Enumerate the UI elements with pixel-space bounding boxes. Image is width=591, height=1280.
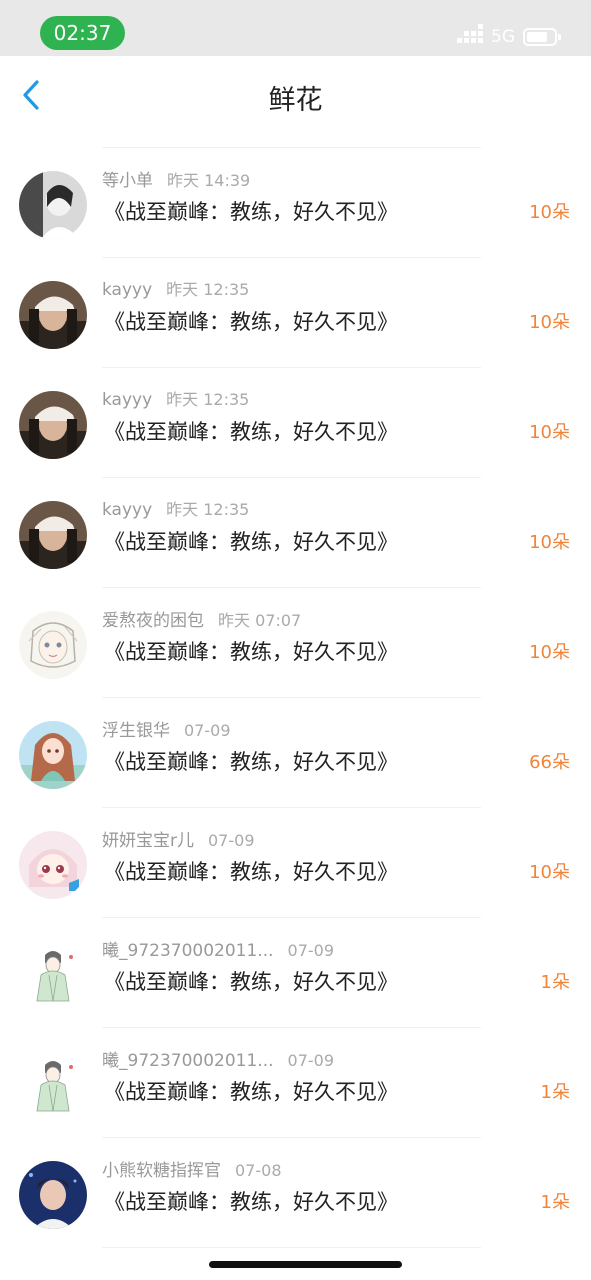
book-title: 《战至巅峰：教练，好久不见》: [104, 420, 398, 444]
avatar[interactable]: [19, 501, 87, 569]
item-meta: kayyy 昨天 12:35: [102, 386, 249, 412]
item-meta: 爱熬夜的困包 昨天 07:07: [102, 606, 301, 632]
status-bar: 02:37 5G: [0, 0, 591, 56]
timestamp: 昨天 07:07: [218, 611, 302, 630]
flower-count: 10朵: [529, 862, 570, 883]
timestamp: 昨天 12:35: [166, 390, 250, 409]
item-meta: 小熊软糖指挥官 07-08: [102, 1156, 282, 1182]
flower-count: 10朵: [529, 202, 570, 223]
nav-bar: 鲜花: [0, 56, 591, 130]
list-item[interactable]: 妍妍宝宝r儿 07-09 《战至巅峰：教练，好久不见》 10朵: [0, 808, 591, 918]
divider: [102, 1247, 481, 1248]
avatar[interactable]: [19, 831, 87, 899]
list-item[interactable]: 等小单 昨天 14:39 《战至巅峰：教练，好久不见》 10朵: [0, 148, 591, 258]
book-title: 《战至巅峰：教练，好久不见》: [104, 1080, 398, 1104]
book-title: 《战至巅峰：教练，好久不见》: [104, 750, 398, 774]
book-title: 《战至巅峰：教练，好久不见》: [104, 640, 398, 664]
battery-icon: [523, 28, 561, 46]
user-name[interactable]: 浮生银华: [102, 721, 170, 741]
list-item[interactable]: 小熊软糖指挥官 07-08 《战至巅峰：教练，好久不见》 1朵: [0, 1138, 591, 1248]
item-meta: 曦_972370002011... 07-09: [102, 1046, 334, 1072]
timestamp: 07-09: [287, 1051, 335, 1070]
list-item[interactable]: kayyy 昨天 12:35 《战至巅峰：教练，好久不见》 10朵: [0, 478, 591, 588]
flower-count: 10朵: [529, 642, 570, 663]
flower-count: 10朵: [529, 312, 570, 333]
avatar[interactable]: [19, 1051, 87, 1119]
timestamp: 07-09: [208, 831, 255, 850]
item-meta: 妍妍宝宝r儿 07-09: [102, 826, 255, 852]
timestamp: 昨天 12:35: [166, 500, 250, 519]
user-name[interactable]: kayyy: [102, 390, 152, 410]
flower-list: 等小单昨天 14:39《战至巅峰：教练，好久不见》1朵等小单昨天 14:39《战…: [0, 130, 591, 1280]
home-indicator[interactable]: [209, 1261, 402, 1268]
item-meta: kayyy 昨天 12:35: [102, 276, 249, 302]
page-title: 鲜花: [268, 85, 323, 116]
avatar[interactable]: [19, 281, 87, 349]
user-name[interactable]: 小熊软糖指挥官: [102, 1161, 221, 1181]
book-title: 《战至巅峰：教练，好久不见》: [104, 970, 398, 994]
user-name[interactable]: 曦_972370002011...: [102, 941, 274, 961]
flower-count: 1朵: [540, 1192, 570, 1213]
list-item[interactable]: 爱熬夜的困包 昨天 07:07 《战至巅峰：教练，好久不见》 10朵: [0, 588, 591, 698]
user-name[interactable]: kayyy: [102, 500, 152, 520]
book-title: 《战至巅峰：教练，好久不见》: [104, 1190, 398, 1214]
timestamp: 07-09: [287, 941, 335, 960]
timestamp: 07-09: [184, 721, 231, 740]
list-item[interactable]: 曦_972370002011... 07-09 《战至巅峰：教练，好久不见》 1朵: [0, 918, 591, 1028]
flower-count: 1朵: [540, 1082, 570, 1103]
list-item[interactable]: 等小单昨天 14:39《战至巅峰：教练，好久不见》1朵: [0, 130, 591, 148]
timestamp: 昨天 14:39: [167, 171, 251, 190]
status-time: 02:37: [40, 16, 125, 50]
item-meta: 曦_972370002011... 07-09: [102, 936, 334, 962]
avatar[interactable]: [19, 721, 87, 789]
user-name[interactable]: 妍妍宝宝r儿: [102, 831, 194, 851]
list-item[interactable]: 浮生银华 07-09 《战至巅峰：教练，好久不见》 66朵: [0, 698, 591, 808]
flower-count: 66朵: [529, 752, 570, 773]
book-title: 《战至巅峰：教练，好久不见》: [104, 860, 398, 884]
user-name[interactable]: kayyy: [102, 280, 152, 300]
list-item[interactable]: kayyy 昨天 12:35 《战至巅峰：教练，好久不见》 10朵: [0, 258, 591, 368]
user-name[interactable]: 曦_972370002011...: [102, 1051, 274, 1071]
item-meta: kayyy 昨天 12:35: [102, 496, 249, 522]
network-label: 5G: [491, 27, 515, 47]
item-meta: 等小单 昨天 14:39: [102, 166, 250, 192]
list-item[interactable]: 曦_972370002011... 07-09 《战至巅峰：教练，好久不见》 1朵: [0, 1028, 591, 1138]
avatar[interactable]: [19, 171, 87, 239]
book-title: 《战至巅峰：教练，好久不见》: [104, 530, 398, 554]
book-title: 《战至巅峰：教练，好久不见》: [104, 310, 398, 334]
avatar[interactable]: [19, 1161, 87, 1229]
user-name[interactable]: 爱熬夜的困包: [102, 611, 204, 631]
flower-count: 1朵: [540, 972, 570, 993]
user-name[interactable]: 等小单: [102, 171, 153, 191]
avatar[interactable]: [19, 391, 87, 459]
flower-count: 10朵: [529, 422, 570, 443]
item-meta: 浮生银华 07-09: [102, 716, 231, 742]
avatar[interactable]: [19, 941, 87, 1009]
signal-icon: [457, 24, 485, 46]
avatar[interactable]: [19, 611, 87, 679]
flower-count: 10朵: [529, 532, 570, 553]
timestamp: 昨天 12:35: [166, 280, 250, 299]
timestamp: 07-08: [235, 1161, 282, 1180]
book-title: 《战至巅峰：教练，好久不见》: [104, 200, 398, 224]
list-item[interactable]: kayyy 昨天 12:35 《战至巅峰：教练，好久不见》 10朵: [0, 368, 591, 478]
